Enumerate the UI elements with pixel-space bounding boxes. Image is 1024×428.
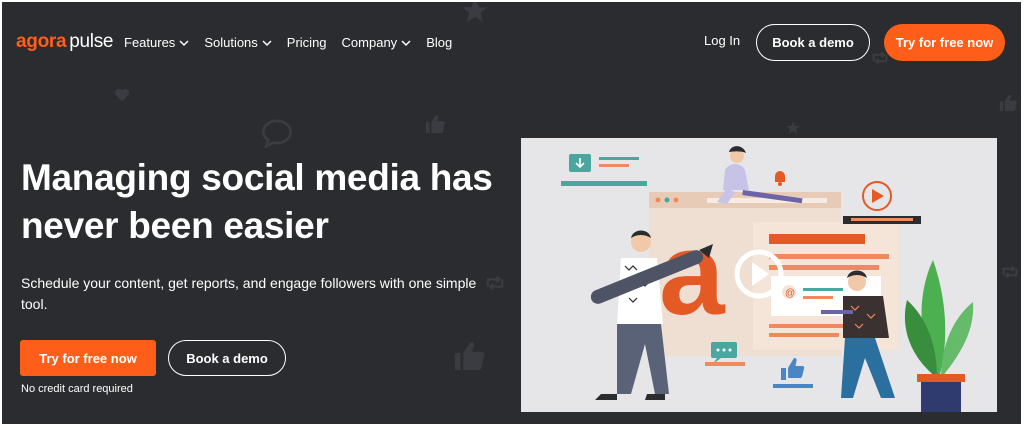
hero-try-free-button[interactable]: Try for free now <box>20 340 156 376</box>
chevron-down-icon <box>262 39 272 46</box>
agorapulse-logo[interactable]: agora pulse <box>16 31 113 53</box>
nav-item-label: Features <box>124 35 176 50</box>
nav-item-label: Company <box>341 35 398 50</box>
chevron-down-icon <box>401 39 411 46</box>
star-icon <box>786 121 800 134</box>
nav-item-features[interactable]: Features <box>124 35 189 50</box>
no-credit-card-note: No credit card required <box>21 383 133 395</box>
retweet-icon <box>1002 265 1018 279</box>
nav-item-label: Solutions <box>204 35 258 50</box>
login-link[interactable]: Log In <box>704 33 740 48</box>
nav-item-pricing[interactable]: Pricing <box>287 35 327 50</box>
hero-subtext: Schedule your content, get reports, and … <box>21 275 477 312</box>
top-navigation: agora pulse Features Solutions Pricing C… <box>2 2 1021 82</box>
chat-bubble-icon <box>261 119 293 148</box>
nav-item-label: Blog <box>426 35 453 50</box>
book-demo-button[interactable]: Book a demo <box>756 24 870 61</box>
nav-item-company[interactable]: Company <box>342 35 412 50</box>
hero-illustration: a @ <box>521 138 997 412</box>
logo-text-agora: agora <box>16 31 67 52</box>
try-free-button[interactable]: Try for free now <box>884 24 1005 61</box>
nav-item-solutions[interactable]: Solutions <box>204 35 272 50</box>
potted-plant <box>904 260 974 412</box>
nav-item-label: Pricing <box>286 35 327 50</box>
chevron-down-icon <box>179 39 189 46</box>
thumbs-up-icon <box>425 114 445 134</box>
download-folder-card <box>561 154 647 186</box>
logo-text-pulse: pulse <box>69 31 114 52</box>
thumbs-up-icon <box>773 358 813 388</box>
heart-icon <box>114 88 130 102</box>
hero-book-demo-button[interactable]: Book a demo <box>168 340 286 376</box>
illustration-artwork: a @ <box>561 146 974 412</box>
nav-item-blog[interactable]: Blog <box>426 35 452 50</box>
at-symbol: @ <box>785 288 795 299</box>
main-menu: Features Solutions Pricing Company Blog <box>124 35 452 50</box>
thumbs-up-icon <box>454 341 485 371</box>
hero-headline: Managing social media has never been eas… <box>21 157 493 246</box>
hero-section: agora pulse Features Solutions Pricing C… <box>2 2 1021 424</box>
video-player-widget <box>843 181 921 224</box>
thumbs-up-icon <box>999 94 1017 112</box>
